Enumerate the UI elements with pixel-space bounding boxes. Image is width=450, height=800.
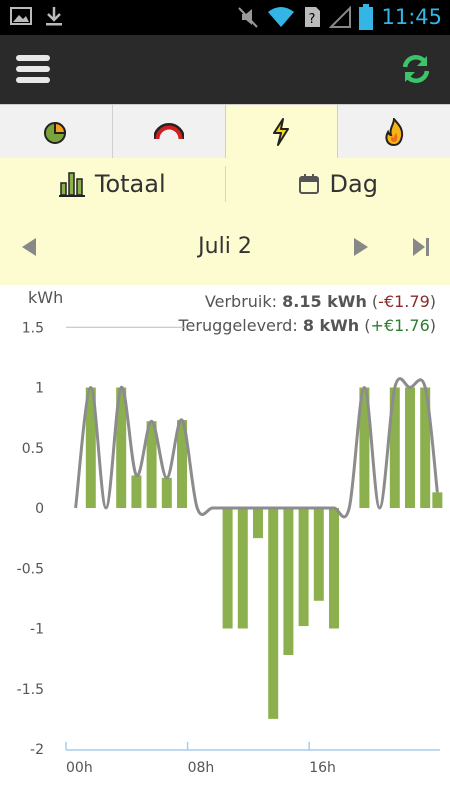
x-tick-label: 16h (309, 760, 336, 776)
day-toggle-button[interactable]: Dag (226, 158, 450, 210)
y-tick-label: -1.5 (17, 682, 44, 698)
total-toggle-button[interactable]: Totaal (0, 158, 225, 210)
signal-icon (329, 6, 352, 28)
data-bar (283, 508, 294, 656)
data-bar (131, 475, 142, 508)
gauge-icon (153, 123, 184, 140)
svg-text:?: ? (309, 12, 316, 27)
data-bar (222, 508, 233, 629)
calendar-icon (298, 174, 319, 194)
refresh-icon[interactable] (400, 53, 432, 85)
y-tick-label: 0.5 (22, 441, 44, 457)
tab-gauge[interactable] (113, 105, 226, 159)
daily-energy-chart: 1.5 1 0.5 0 -0.5 -1 -1.5 -2 00h 08h 16h (17, 320, 443, 776)
image-icon (10, 7, 32, 25)
data-bar (237, 508, 248, 629)
wifi-icon (268, 7, 295, 27)
data-bar (405, 387, 415, 508)
tab-electricity[interactable] (225, 105, 339, 159)
tab-gas[interactable] (338, 105, 450, 159)
bar-chart-icon (58, 172, 85, 197)
x-tick-label: 00h (66, 760, 93, 776)
view-toggle: Totaal Dag (0, 158, 450, 211)
data-bar (268, 508, 279, 719)
data-bar (313, 508, 324, 601)
data-bar (253, 508, 263, 539)
app-bar (0, 35, 450, 105)
energy-tabs (0, 104, 450, 160)
y-tick-label: 1 (35, 381, 44, 397)
flame-icon (385, 118, 404, 146)
day-label: Dag (329, 170, 378, 198)
no-sim-icon: ? (305, 7, 321, 27)
electricity-icon (273, 118, 290, 146)
data-bar (161, 477, 172, 508)
download-icon (46, 7, 62, 26)
series-line (74, 377, 439, 519)
next-day-icon[interactable] (352, 237, 370, 257)
last-day-icon[interactable] (411, 237, 431, 257)
y-tick-label: 1.5 (22, 320, 44, 336)
clock: 11:45 (381, 5, 442, 29)
y-tick-label: -2 (30, 742, 44, 758)
tab-gas-meter[interactable] (0, 105, 113, 159)
status-bar: ? 11:45 (0, 0, 450, 35)
current-date: Juli 2 (198, 234, 252, 259)
data-bar (329, 508, 339, 629)
data-bar (298, 508, 309, 627)
x-tick-label: 08h (188, 760, 215, 776)
hamburger-menu-icon[interactable] (16, 53, 50, 85)
gas-meter-icon (43, 121, 66, 144)
date-navigation: Juli 2 (0, 210, 450, 285)
y-tick-label: -1 (30, 622, 44, 638)
total-label: Totaal (94, 170, 166, 198)
battery-icon (359, 4, 374, 30)
mute-icon (238, 7, 259, 28)
y-tick-label: -0.5 (17, 561, 44, 577)
data-bar (432, 492, 443, 508)
y-tick-label: 0 (35, 501, 44, 517)
